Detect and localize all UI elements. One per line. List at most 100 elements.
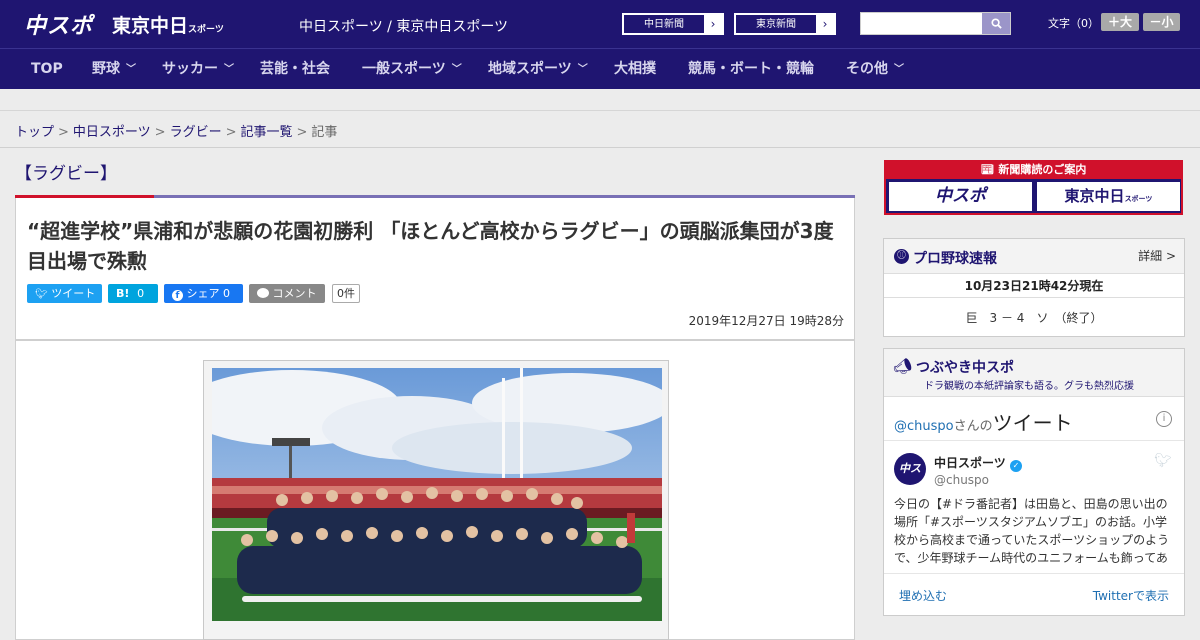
nav-label: 競馬・ボート・競輪 <box>688 61 814 77</box>
twitter-panel-header: 📣︎ つぶやき中スポ ドラ観戦の本紙評論家も語る。グラも熱烈応援 <box>884 349 1184 397</box>
nav-item-baseball[interactable]: 野球 ﹀ <box>92 49 136 90</box>
account-avatar[interactable]: 中ス <box>894 453 926 485</box>
font-size-down-button[interactable]: －小 <box>1143 13 1180 31</box>
subscribe-tokyo-chunichi-button[interactable]: 東京中日スポーツ <box>1037 182 1180 211</box>
account-handle[interactable]: @chuspo <box>934 473 989 487</box>
chevron-right-icon: › <box>710 17 716 31</box>
twitter-panel-title: つぶやき中スポ <box>916 360 1014 376</box>
tokyo-shimbun-label: 東京新聞 <box>735 14 817 34</box>
baseball-panel-header: ⚾︎ プロ野球速報 詳細 > <box>884 239 1184 274</box>
facebook-share-count: 0 <box>223 287 230 300</box>
breadcrumb-separator: > <box>225 125 237 140</box>
nav-item-local-sports[interactable]: 地域スポーツ ﹀ <box>488 49 588 90</box>
chevron-down-icon: ﹀ <box>577 64 588 75</box>
category-label: 【ラグビー】 <box>15 164 117 184</box>
comment-button[interactable]: コメント <box>249 284 325 303</box>
info-icon[interactable]: i <box>1156 411 1172 427</box>
chevron-down-icon: ﹀ <box>224 64 234 75</box>
breadcrumb-current: 記事 <box>311 125 338 140</box>
chunichi-shimbun-label: 中日新聞 <box>623 14 705 34</box>
nav-label: TOP <box>31 61 63 77</box>
nav-item-other[interactable]: その他 ﹀ <box>846 49 904 90</box>
subscription-heading-text: 新聞購読のご案内 <box>998 163 1087 176</box>
timeline-handle-suffix: さんの <box>953 419 993 434</box>
facebook-share-button[interactable]: f シェア 0 <box>164 284 243 303</box>
nav-item-soccer[interactable]: サッカー ﹀ <box>162 49 234 90</box>
subscription-banner[interactable]: 📰︎ 新聞購読のご案内 中スポ 東京中日スポーツ <box>884 160 1183 215</box>
chevron-right-icon: › <box>822 17 828 31</box>
font-size-label: 文字（0） <box>1048 17 1099 30</box>
baseball-score[interactable]: 巨 3 － 4 ソ （終了） <box>884 299 1184 337</box>
baseball-detail-link[interactable]: 詳細 > <box>1138 247 1176 264</box>
tweet-text: 今日の【#ドラ番記者】は田島と、田島の思い出の場所「#スポーツスタジアムソブエ」… <box>894 497 1170 565</box>
nav-label: サッカー <box>162 61 218 77</box>
chevron-down-icon: ﹀ <box>894 64 904 75</box>
nav-item-entertainment[interactable]: 芸能・社会 <box>260 49 330 90</box>
comment-label: コメント <box>272 287 317 300</box>
facebook-icon: f <box>172 290 183 301</box>
article-date: 2019年12月27日 19時28分 <box>688 314 844 328</box>
search-button[interactable] <box>982 13 1010 34</box>
timeline-tweets-label: ツイート <box>992 411 1073 435</box>
breadcrumb-link-chunichi-sports[interactable]: 中日スポーツ <box>73 125 151 140</box>
view-on-twitter-link[interactable]: Twitterで表示 <box>1093 587 1169 604</box>
chuspo-logo[interactable]: 中スポ <box>24 8 93 40</box>
tokyo-logo-text: 東京中日 <box>112 15 189 37</box>
megaphone-icon: 📣︎ <box>893 357 913 375</box>
search-icon <box>990 18 1002 29</box>
tokyo-shimbun-button[interactable]: 東京新聞 › <box>734 13 836 35</box>
article-photo-frame <box>203 360 669 640</box>
main-nav: TOP 野球 ﹀ サッカー ﹀ 芸能・社会 一般スポーツ ﹀ 地域スポーツ ﹀ 大相撲 … <box>0 48 1200 89</box>
article-main: 【ラグビー】 “超進学校”県浦和が悲願の花園初勝利 「ほとんど高校からラグビー」… <box>15 149 855 640</box>
article-body <box>15 340 855 640</box>
subscription-heading: 📰︎ 新聞購読のご案内 <box>884 160 1183 179</box>
team-photo-image <box>212 368 662 621</box>
timeline-handle[interactable]: @chuspo <box>894 419 954 434</box>
nav-item-top[interactable]: TOP <box>31 49 63 90</box>
nav-label: その他 <box>846 61 888 77</box>
comment-count: 0件 <box>332 284 360 303</box>
tokyo-logo-small: スポーツ <box>188 25 224 35</box>
nav-item-general-sports[interactable]: 一般スポーツ ﹀ <box>362 49 462 90</box>
nav-label: 一般スポーツ <box>362 61 446 77</box>
twitter-panel-subtitle: ドラ観戦の本紙評論家も語る。グラも熱烈応援 <box>924 381 1134 392</box>
hatena-count: 0 <box>137 287 145 300</box>
hatena-label: B! <box>116 287 130 300</box>
nav-label: 芸能・社会 <box>260 61 330 77</box>
newspaper-icon: 📰︎ <box>980 163 995 176</box>
chunichi-shimbun-button[interactable]: 中日新聞 › <box>622 13 724 35</box>
breadcrumb-link-article-list[interactable]: 記事一覧 <box>241 125 293 140</box>
top-header: 中スポ 東京中日スポーツ 中日スポーツ / 東京中日スポーツ 中日新聞 › 東京… <box>0 0 1200 48</box>
comment-icon <box>257 288 269 298</box>
breadcrumb-link-rugby[interactable]: ラグビー <box>170 125 222 140</box>
twitter-panel: 📣︎ つぶやき中スポ ドラ観戦の本紙評論家も語る。グラも熱烈応援 @chuspo… <box>883 348 1185 616</box>
timeline-title: @chuspoさんのツイート <box>894 407 1073 436</box>
facebook-share-label: シェア <box>186 287 220 300</box>
site-name: 中日スポーツ / 東京中日スポーツ <box>299 19 509 35</box>
tweet-button[interactable]: 🐦︎ ツイート <box>27 284 102 303</box>
baseball-scores-panel: ⚾︎ プロ野球速報 詳細 > 10月23日21時42分現在 巨 3 － 4 ソ … <box>883 238 1185 337</box>
ad-strip <box>0 89 1200 111</box>
baseball-icon: ⚾︎ <box>894 249 909 264</box>
account-name-text: 中日スポーツ <box>934 456 1006 470</box>
breadcrumb-separator: > <box>154 125 166 140</box>
timeline-header: @chuspoさんのツイート i <box>884 397 1184 441</box>
subscribe-chuspo-button[interactable]: 中スポ <box>889 182 1032 211</box>
twitter-icon: 🐦︎ <box>35 289 48 300</box>
breadcrumb: トップ > 中日スポーツ > ラグビー > 記事一覧 > 記事 <box>0 111 1200 148</box>
embed-link[interactable]: 埋め込む <box>899 587 947 604</box>
nav-label: 大相撲 <box>614 61 656 77</box>
nav-item-sumo[interactable]: 大相撲 <box>614 49 656 90</box>
baseball-panel-title: プロ野球速報 <box>913 251 997 267</box>
subscribe-tokyo-label: 東京中日 <box>1064 187 1125 205</box>
article-photo[interactable] <box>212 368 662 621</box>
breadcrumb-separator: > <box>296 125 308 140</box>
nav-item-racing[interactable]: 競馬・ボート・競輪 <box>688 49 814 90</box>
baseball-updated: 10月23日21時42分現在 <box>884 274 1184 298</box>
search-input[interactable] <box>861 13 982 34</box>
breadcrumb-link-top[interactable]: トップ <box>15 125 54 140</box>
font-size-up-button[interactable]: ＋大 <box>1101 13 1139 31</box>
hatena-bookmark-button[interactable]: B! 0 <box>108 284 158 303</box>
tokyo-chunichi-logo[interactable]: 東京中日スポーツ <box>112 11 224 38</box>
account-name[interactable]: 中日スポーツ ✓ <box>934 454 1022 472</box>
